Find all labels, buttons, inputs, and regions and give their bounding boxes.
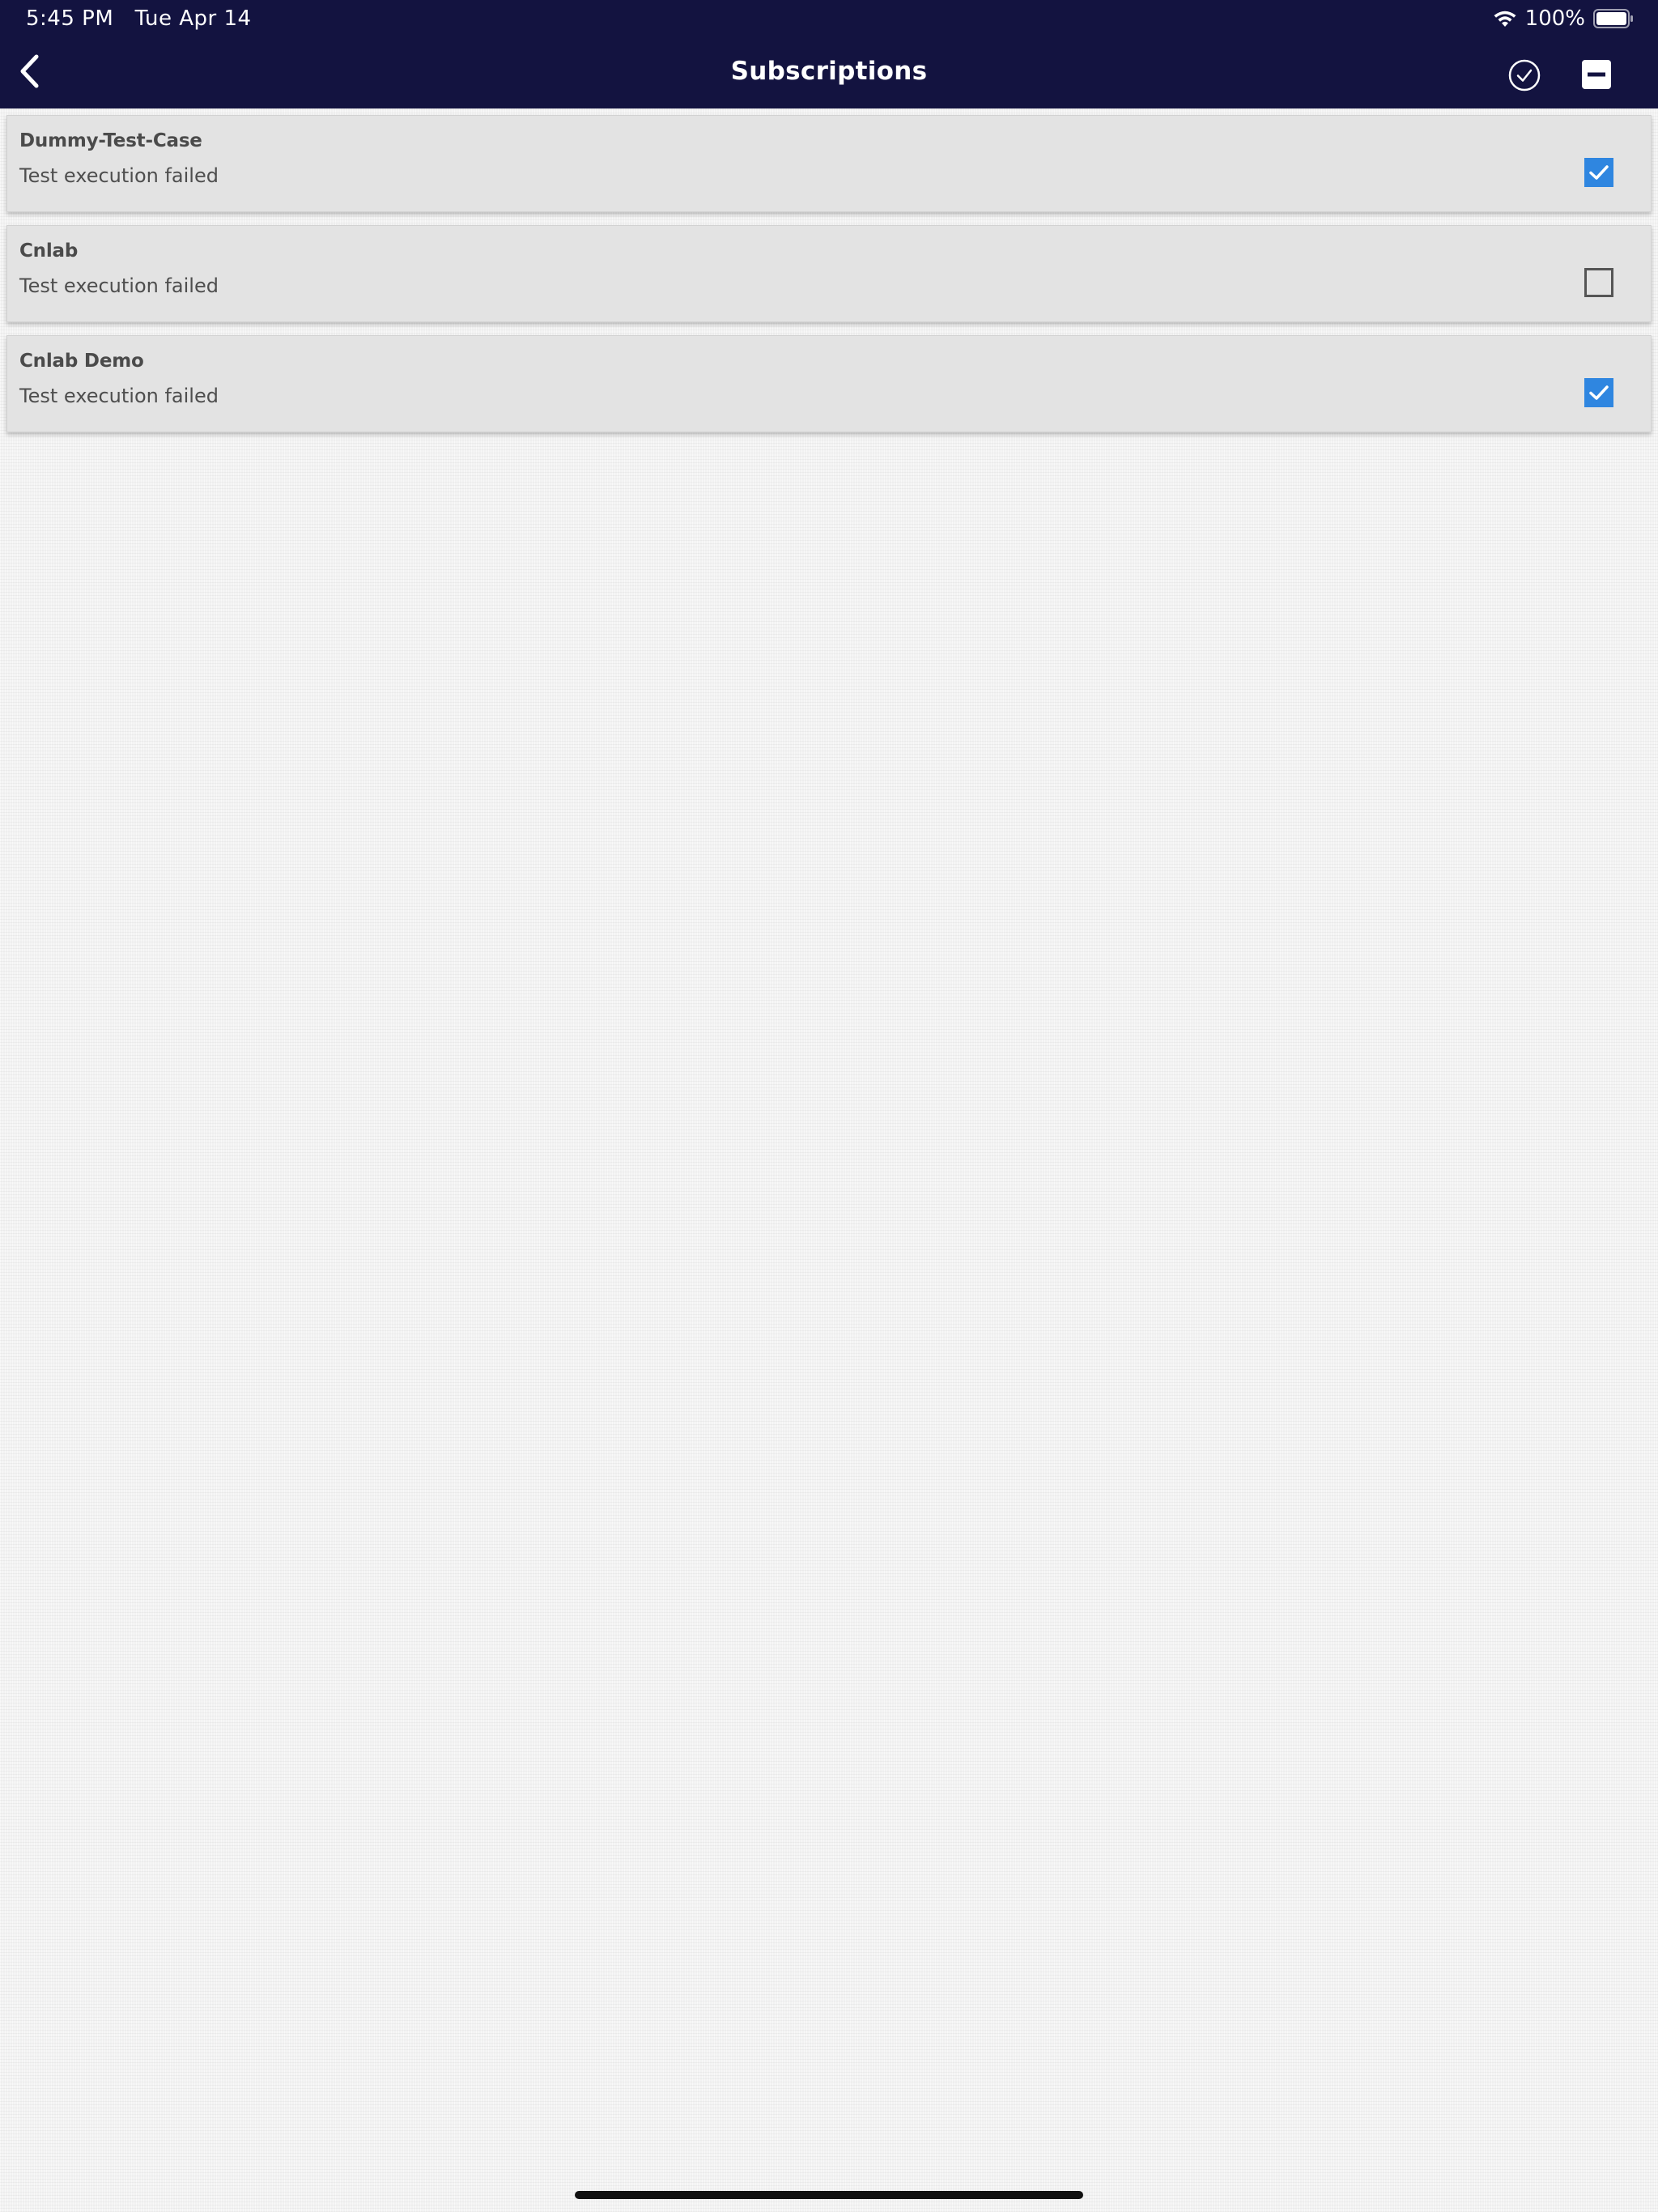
list-item[interactable]: Cnlab Test execution failed: [6, 225, 1652, 322]
list-item[interactable]: Dummy-Test-Case Test execution failed: [6, 115, 1652, 212]
wifi-icon: [1493, 10, 1517, 28]
status-time: 5:45 PM Tue Apr 14: [26, 5, 252, 32]
list-item[interactable]: Cnlab Demo Test execution failed: [6, 335, 1652, 432]
check-all-button[interactable]: [1506, 57, 1543, 94]
battery-percent: 100%: [1524, 6, 1585, 31]
subscription-name: Dummy-Test-Case: [19, 130, 202, 151]
page-title: Subscriptions: [730, 57, 928, 86]
subscription-name: Cnlab Demo: [19, 351, 144, 372]
status-date: Tue Apr 14: [134, 6, 252, 31]
home-indicator[interactable]: [575, 2191, 1083, 2199]
subscription-checkbox[interactable]: [1584, 158, 1613, 187]
subscription-status: Test execution failed: [19, 385, 219, 407]
checkmark-icon: [1589, 165, 1609, 180]
battery-icon: [1593, 9, 1634, 28]
minus-square-icon: [1580, 60, 1613, 94]
checkmark-icon: [1589, 385, 1609, 400]
subscription-status: Test execution failed: [19, 274, 219, 297]
header-bar: 5:45 PM Tue Apr 14 100% Subscriptions: [0, 0, 1658, 108]
status-indicators: 100%: [1493, 5, 1634, 32]
subscription-status: Test execution failed: [19, 164, 219, 187]
subscription-checkbox[interactable]: [1584, 378, 1613, 407]
status-clock: 5:45 PM: [26, 6, 114, 31]
subscription-list: Dummy-Test-Case Test execution failed Cn…: [0, 115, 1658, 445]
subscription-name: Cnlab: [19, 240, 79, 262]
check-circle-icon: [1506, 59, 1543, 97]
deselect-all-button[interactable]: [1580, 58, 1613, 91]
subscription-checkbox[interactable]: [1584, 268, 1613, 297]
